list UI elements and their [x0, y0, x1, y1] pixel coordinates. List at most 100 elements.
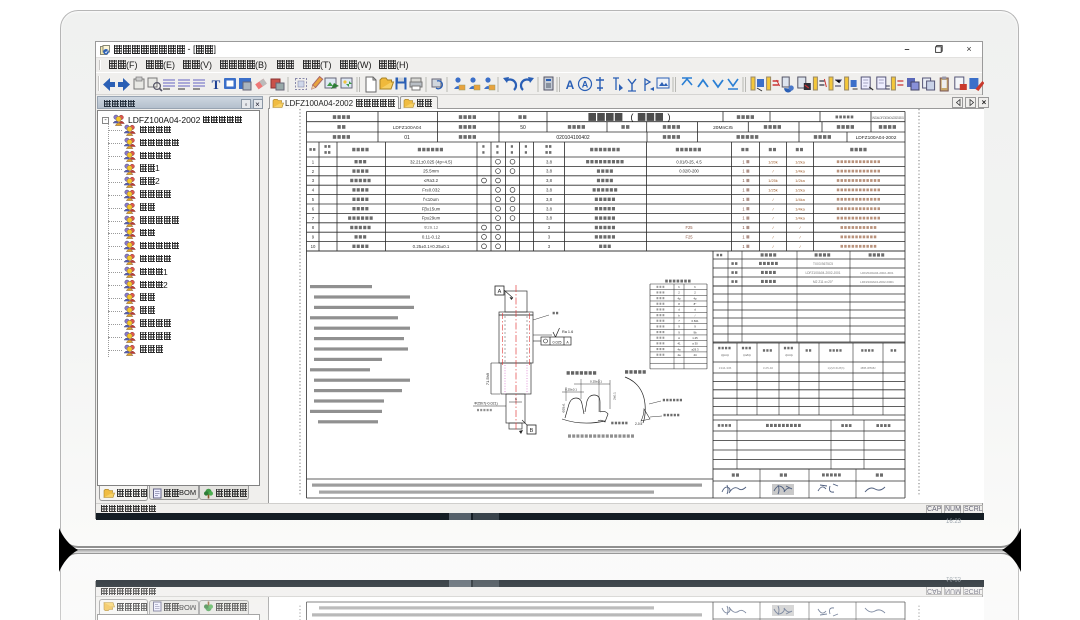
svg-text:3.25-40: 3.25-40 [763, 366, 774, 370]
svg-text:10: 10 [311, 244, 316, 249]
svg-text:32.21±0.025 (4p=4.5): 32.21±0.025 (4p=4.5) [410, 159, 453, 164]
svg-text:3,8: 3,8 [546, 197, 553, 202]
svg-text:3,8: 3,8 [546, 178, 553, 183]
svg-text:1344-336: 1344-336 [719, 366, 732, 370]
svg-text:): ) [668, 112, 671, 122]
svg-text:/: / [772, 206, 774, 211]
svg-text:/: / [695, 313, 696, 317]
svg-text:1: 1 [742, 169, 745, 174]
svg-text:01: 01 [404, 135, 410, 141]
svg-text:1: 1 [742, 197, 745, 202]
svg-text:M2 Z11 α=20°: M2 Z11 α=20° [813, 280, 834, 284]
svg-text:3,8: 3,8 [546, 216, 553, 221]
svg-text:Φ25±1: Φ25±1 [562, 403, 566, 413]
svg-text:41: 41 [677, 342, 681, 346]
svg-text:5: 5 [312, 197, 315, 202]
svg-text:7: 7 [312, 216, 315, 221]
svg-text:1: 1 [742, 216, 745, 221]
svg-text:9: 9 [312, 235, 315, 240]
svg-text:1/2ka: 1/2ka [795, 178, 805, 183]
svg-text:71.5h9: 71.5h9 [485, 372, 490, 385]
svg-text:(rpm): (rpm) [721, 353, 728, 357]
svg-text:Φ29.12: Φ29.12 [424, 225, 439, 230]
svg-text:/: / [772, 244, 774, 249]
svg-text:Fr≤0.032: Fr≤0.032 [422, 188, 440, 193]
svg-text:7: 7 [678, 319, 680, 323]
svg-text:A: A [566, 78, 575, 92]
svg-text:/: / [772, 235, 774, 240]
svg-text:1: 1 [742, 206, 745, 211]
svg-text:1.25: 1.25 [692, 336, 698, 340]
svg-text:0.841: 0.841 [692, 319, 699, 323]
svg-text:Φ25h7(-0.021): Φ25h7(-0.021) [474, 401, 497, 405]
svg-text:44: 44 [693, 353, 697, 357]
svg-text:TX03 B675C5: TX03 B675C5 [813, 262, 833, 266]
svg-text:LDFZ100A04-2002-D001: LDFZ100A04-2002-D001 [860, 280, 894, 284]
svg-text:0.11-0.12: 0.11-0.12 [422, 235, 441, 240]
svg-text:1: 1 [742, 244, 745, 249]
svg-text:A: A [678, 336, 680, 340]
svg-text:F25: F25 [685, 225, 693, 230]
svg-text:F25: F25 [685, 235, 693, 240]
svg-text:3: 3 [312, 178, 315, 183]
svg-text:0.25±0.1: 0.25±0.1 [565, 388, 577, 392]
svg-text:8: 8 [678, 302, 680, 306]
svg-text:LDFZ100A04-2002: LDFZ100A04-2002 [856, 135, 897, 141]
svg-text:LDFZ100A04-2002-J001: LDFZ100A04-2002-J001 [805, 271, 840, 275]
svg-text:25.5mm: 25.5mm [423, 169, 439, 174]
svg-text:2±0.1: 2±0.1 [613, 392, 617, 400]
svg-text:2: 2 [312, 169, 315, 174]
svg-text:3: 3 [548, 225, 551, 230]
svg-text:/: / [799, 225, 801, 230]
svg-text:f'≤10um: f'≤10um [423, 197, 439, 202]
svg-text:1/2ka: 1/2ka [795, 159, 805, 164]
svg-text:(mm): (mm) [786, 353, 793, 357]
svg-text:/: / [799, 235, 801, 240]
svg-text:1/4ka: 1/4ka [795, 169, 805, 174]
svg-text:b: b [678, 313, 680, 317]
svg-text:3,8: 3,8 [546, 159, 553, 164]
svg-text:4a: 4a [677, 347, 681, 351]
svg-text:9: 9 [678, 330, 680, 334]
svg-text:LDFZ100A04: LDFZ100A04 [393, 125, 422, 131]
svg-text:≤: ≤ [515, 397, 517, 401]
svg-text:a 30: a 30 [692, 342, 698, 346]
svg-text:LDFZ100A04-2002-J001: LDFZ100A04-2002-J001 [860, 271, 893, 275]
svg-text:d: d [694, 308, 696, 312]
svg-text:3: 3 [548, 235, 551, 240]
svg-text:50: 50 [520, 125, 526, 131]
svg-text:/: / [799, 244, 801, 249]
svg-text:20MnCr5: 20MnCr5 [713, 125, 733, 131]
svg-text:3,8: 3,8 [546, 169, 553, 174]
svg-text:1/4ka: 1/4ka [795, 206, 805, 211]
svg-text:4: 4 [312, 188, 315, 193]
svg-text:1: 1 [742, 188, 745, 193]
svg-text:3,8: 3,8 [546, 206, 553, 211]
svg-text:1: 1 [312, 159, 315, 164]
svg-text:A: A [498, 289, 502, 295]
svg-text:8°: 8° [694, 302, 697, 306]
svg-text:a29.3: a29.3 [692, 347, 699, 351]
svg-text:1: 1 [742, 178, 745, 183]
svg-text:1: 1 [742, 159, 745, 164]
svg-text:0.01/0-25, 4.5: 0.01/0-25, 4.5 [676, 159, 702, 164]
svg-text:4a: 4a [677, 353, 681, 357]
svg-text:(: ( [631, 112, 634, 122]
svg-text:4p: 4p [677, 296, 681, 300]
svg-text:1/4ka: 1/4ka [795, 216, 805, 221]
svg-text:T: T [212, 77, 221, 92]
svg-text:h: h [694, 285, 696, 289]
svg-text:Fβ≤15um: Fβ≤15um [422, 206, 441, 211]
svg-text:2: 2 [678, 291, 680, 295]
svg-text:4888-385982: 4888-385982 [860, 366, 876, 370]
svg-text:0.25±0.1×0.25±0.1: 0.25±0.1×0.25±0.1 [413, 244, 450, 249]
svg-text:1/25k: 1/25k [768, 188, 778, 193]
svg-text:W2Jk.LDFZ100A04-2002.08.01: W2Jk.LDFZ100A04-2002.08.01 [872, 116, 904, 120]
svg-text:020104100402: 020104100402 [556, 135, 590, 141]
svg-text:1/2ka: 1/2ka [795, 188, 805, 193]
svg-text:0.02/0-200: 0.02/0-200 [679, 169, 699, 174]
svg-text:/: / [772, 197, 774, 202]
svg-text:d: d [678, 308, 680, 312]
svg-text:A: A [582, 80, 589, 90]
svg-text:1: 1 [742, 225, 745, 230]
